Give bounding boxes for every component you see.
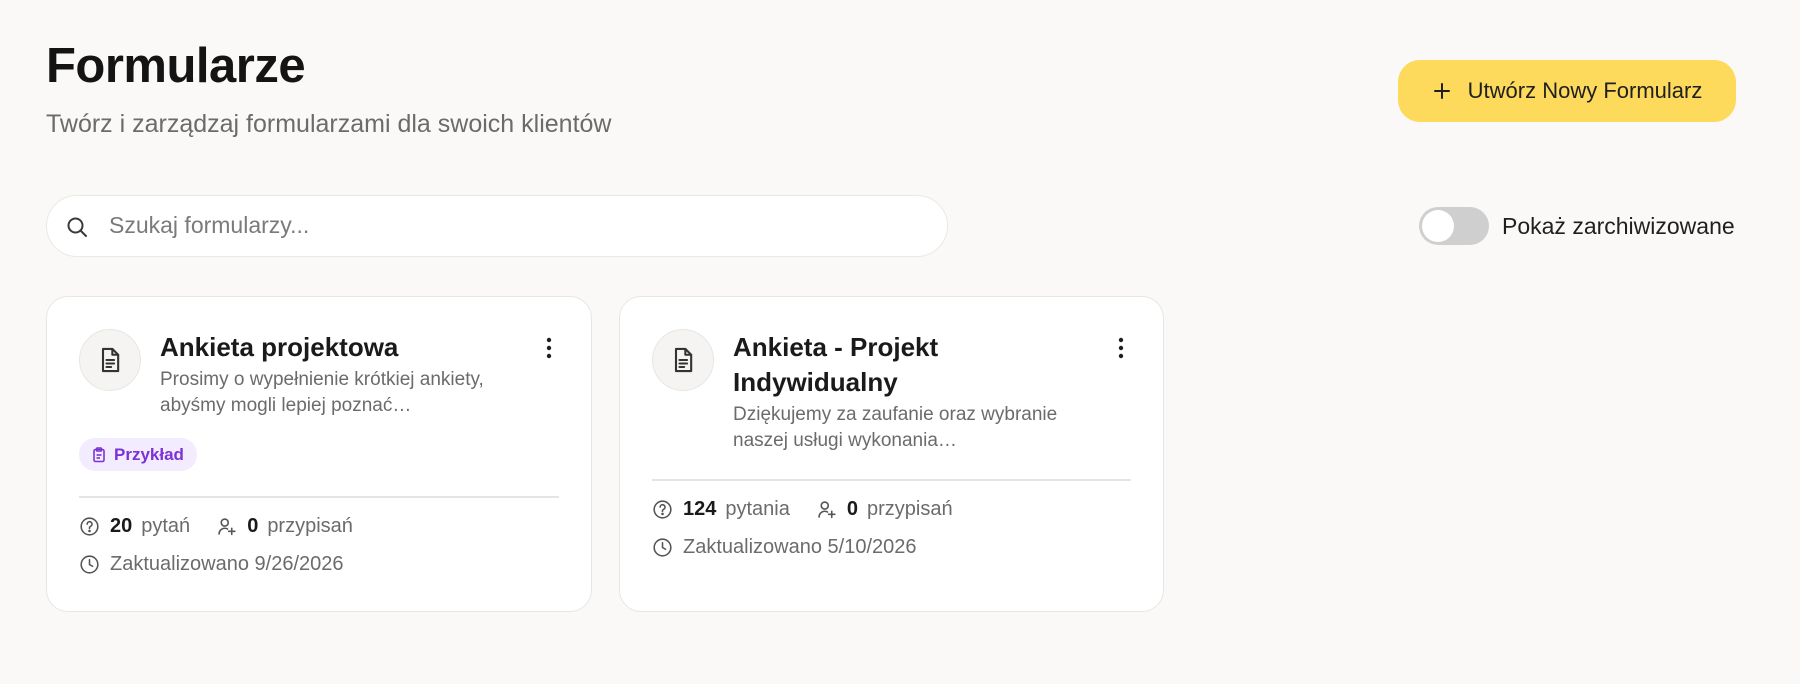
clock-icon <box>80 555 99 574</box>
updated-text: Zaktualizowano 9/26/2026 <box>110 553 344 575</box>
form-stats: 124 pytania 0 przypisań <box>652 498 979 521</box>
form-stats: 20 pytań 0 przypisań <box>79 515 379 538</box>
questions-count: 20 <box>110 515 133 537</box>
forms-page: Formularze Twórz i zarządzaj formularzam… <box>0 0 1800 684</box>
clipboard-icon <box>93 446 105 462</box>
clock-icon <box>653 538 672 557</box>
questions-label: pytań <box>141 515 191 537</box>
form-card[interactable]: Ankieta - Projekt Indywidualny Dziękujem… <box>619 296 1164 612</box>
search-box <box>46 195 948 257</box>
more-vertical-icon <box>546 337 552 359</box>
assignments-stat: 0 przypisań <box>216 515 353 538</box>
form-icon-circle <box>79 329 141 391</box>
more-vertical-icon <box>1118 337 1124 359</box>
search-icon <box>67 217 87 237</box>
form-description: Dziękujemy za zaufanie oraz wybranie nas… <box>733 404 1058 451</box>
questions-count: 124 <box>683 498 717 520</box>
toggle-knob <box>1422 210 1454 242</box>
help-circle-icon <box>653 500 672 519</box>
plus-icon <box>1433 83 1450 99</box>
card-divider <box>652 479 1131 481</box>
form-card[interactable]: Ankieta projektowa Prosimy o wypełnienie… <box>46 296 592 612</box>
questions-label: pytania <box>725 498 790 520</box>
form-updated: Zaktualizowano 9/26/2026 <box>79 553 344 576</box>
assignments-label: przypisań <box>267 515 353 537</box>
show-archived-label: Pokaż zarchiwizowane <box>1502 212 1735 239</box>
form-menu-button[interactable] <box>1109 333 1133 363</box>
form-title: Ankieta - Projekt Indywidualny <box>733 332 939 397</box>
questions-stat: 124 pytania <box>652 498 790 521</box>
card-divider <box>79 496 559 498</box>
user-plus-icon <box>218 518 236 536</box>
form-menu-button[interactable] <box>537 333 561 363</box>
show-archived-toggle[interactable] <box>1419 207 1489 245</box>
example-badge: Przykład <box>79 438 197 471</box>
document-icon <box>674 347 693 373</box>
create-form-button-label: Utwórz Nowy Formularz <box>1467 78 1703 103</box>
user-plus-icon <box>818 501 836 519</box>
assignments-count: 0 <box>846 498 858 520</box>
form-icon-circle <box>652 329 714 391</box>
form-description: Prosimy o wypełnienie krótkiej ankiety, … <box>160 369 484 416</box>
show-archived-toggle-group: Pokaż zarchiwizowane <box>1419 206 1735 246</box>
form-updated: Zaktualizowano 5/10/2026 <box>652 536 917 559</box>
page-title: Formularze <box>46 39 306 93</box>
badge-label: Przykład <box>114 444 184 464</box>
help-circle-icon <box>80 517 99 536</box>
assignments-count: 0 <box>247 515 259 537</box>
create-form-button[interactable]: Utwórz Nowy Formularz <box>1398 60 1736 122</box>
questions-stat: 20 pytań <box>79 515 190 538</box>
assignments-label: przypisań <box>867 498 953 520</box>
search-input[interactable] <box>109 196 929 255</box>
document-icon <box>101 347 120 373</box>
assignments-stat: 0 przypisań <box>816 498 953 521</box>
page-subtitle: Twórz i zarządzaj formularzami dla swoic… <box>46 110 612 138</box>
updated-text: Zaktualizowano 5/10/2026 <box>683 536 917 558</box>
form-title: Ankieta projektowa <box>160 332 399 362</box>
